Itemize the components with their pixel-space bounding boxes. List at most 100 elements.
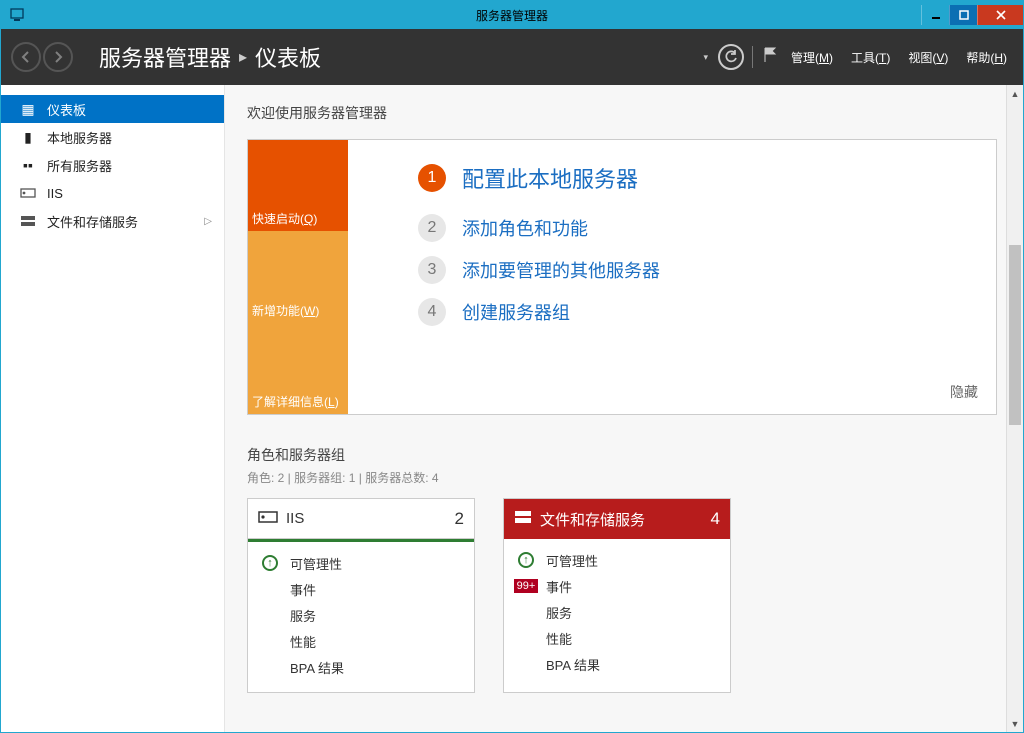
nav-back-button[interactable] — [11, 42, 41, 72]
notifications-flag-icon[interactable] — [761, 46, 779, 69]
sidebar-item-storage[interactable]: 文件和存储服务 ▷ — [1, 207, 224, 235]
separator — [752, 46, 753, 68]
role-card-count: 2 — [455, 509, 464, 529]
sidebar-item-local-server[interactable]: ▮ 本地服务器 — [1, 123, 224, 151]
role-row-services[interactable]: 服务 — [514, 599, 720, 625]
status-up-icon: ↑ — [514, 552, 538, 568]
step-number: 4 — [418, 298, 446, 326]
breadcrumb: 服务器管理器 ▸ 仪表板 — [99, 41, 321, 73]
sidebar-item-all-servers[interactable]: ▪▪ 所有服务器 — [1, 151, 224, 179]
sidebar-item-dashboard[interactable]: ▦ 仪表板 — [1, 95, 224, 123]
role-row-bpa[interactable]: BPA 结果 — [514, 651, 720, 677]
sidebar-item-label: 本地服务器 — [47, 128, 112, 147]
breadcrumb-page: 仪表板 — [255, 41, 321, 73]
step-text: 创建服务器组 — [462, 299, 570, 325]
role-row-services[interactable]: 服务 — [258, 602, 464, 628]
role-row-text: 服务 — [290, 606, 316, 625]
step-text: 添加角色和功能 — [462, 215, 588, 241]
nav-arrows — [11, 42, 73, 72]
welcome-heading: 欢迎使用服务器管理器 — [247, 103, 997, 123]
step-text: 配置此本地服务器 — [462, 162, 638, 194]
step-create-group[interactable]: 4 创建服务器组 — [418, 298, 986, 326]
role-card-storage[interactable]: 文件和存储服务 4 ↑ 可管理性 99+ 事件 — [503, 498, 731, 693]
app-window: 服务器管理器 服务器管理器 ▸ 仪表板 ▾ — [0, 0, 1024, 733]
role-row-text: BPA 结果 — [546, 655, 600, 674]
role-row-events[interactable]: 事件 — [258, 576, 464, 602]
step-add-roles[interactable]: 2 添加角色和功能 — [418, 214, 986, 242]
tile-quick-start[interactable]: 快速启动(Q) — [248, 140, 348, 231]
role-card-header: IIS 2 — [248, 499, 474, 539]
role-row-text: 可管理性 — [546, 551, 598, 570]
dashboard-icon: ▦ — [19, 101, 37, 118]
sidebar-item-label: 所有服务器 — [47, 156, 112, 175]
body: ▦ 仪表板 ▮ 本地服务器 ▪▪ 所有服务器 IIS 文件和 — [1, 85, 1023, 732]
roles-section-subtitle: 角色: 2 | 服务器组: 1 | 服务器总数: 4 — [247, 469, 997, 486]
scroll-up-button[interactable]: ▲ — [1007, 85, 1023, 102]
breadcrumb-separator-icon: ▸ — [239, 47, 247, 67]
sidebar-item-label: 仪表板 — [47, 100, 86, 119]
roles-section-title: 角色和服务器组 — [247, 445, 997, 465]
tile-whats-new[interactable]: 新增功能(W) — [248, 231, 348, 322]
role-row-manageability[interactable]: ↑ 可管理性 — [514, 547, 720, 573]
window-controls — [921, 5, 1023, 25]
maximize-button[interactable] — [949, 5, 977, 25]
role-row-text: 性能 — [546, 629, 572, 648]
role-row-performance[interactable]: 性能 — [514, 625, 720, 651]
menu-help[interactable]: 帮助(H) — [960, 47, 1013, 68]
menu-tools[interactable]: 工具(T) — [845, 47, 896, 68]
hide-link[interactable]: 隐藏 — [950, 382, 978, 402]
sidebar-item-iis[interactable]: IIS — [1, 179, 224, 207]
iis-icon — [19, 187, 37, 199]
sidebar: ▦ 仪表板 ▮ 本地服务器 ▪▪ 所有服务器 IIS 文件和 — [1, 85, 225, 732]
role-card-title: IIS — [286, 510, 304, 527]
step-number: 3 — [418, 256, 446, 284]
minimize-button[interactable] — [921, 5, 949, 25]
role-row-events[interactable]: 99+ 事件 — [514, 573, 720, 599]
step-number: 2 — [418, 214, 446, 242]
window-title: 服务器管理器 — [1, 7, 1023, 24]
tile-label: 了解详细信息(L) — [252, 393, 339, 410]
storage-icon — [19, 215, 37, 227]
role-row-text: 事件 — [290, 580, 316, 599]
role-row-text: 服务 — [546, 603, 572, 622]
chevron-right-icon: ▷ — [204, 216, 212, 227]
refresh-button[interactable] — [718, 44, 744, 70]
vertical-scrollbar[interactable]: ▲ ▼ — [1006, 85, 1023, 732]
role-row-bpa[interactable]: BPA 结果 — [258, 654, 464, 680]
tile-label: 新增功能(W) — [252, 302, 319, 319]
step-text: 添加要管理的其他服务器 — [462, 257, 660, 283]
step-configure-local[interactable]: 1 配置此本地服务器 — [418, 162, 986, 194]
tile-learn-more[interactable]: 了解详细信息(L) — [248, 323, 348, 414]
server-icon: ▮ — [19, 129, 37, 146]
role-row-text: BPA 结果 — [290, 658, 344, 677]
role-cards: IIS 2 ↑ 可管理性 事件 服务 性能 BPA 结果 — [247, 498, 997, 693]
titlebar[interactable]: 服务器管理器 — [1, 1, 1023, 29]
main-content: 欢迎使用服务器管理器 快速启动(Q) 新增功能(W) 了解详细信息(L) 1 配… — [225, 85, 1023, 732]
menu-view[interactable]: 视图(V) — [902, 47, 954, 68]
role-row-manageability[interactable]: ↑ 可管理性 — [258, 550, 464, 576]
role-row-performance[interactable]: 性能 — [258, 628, 464, 654]
step-add-servers[interactable]: 3 添加要管理的其他服务器 — [418, 256, 986, 284]
nav-forward-button[interactable] — [43, 42, 73, 72]
menu-manage[interactable]: 管理(M) — [785, 47, 839, 68]
role-row-text: 可管理性 — [290, 554, 342, 573]
quickstart-tiles: 快速启动(Q) 新增功能(W) 了解详细信息(L) — [248, 140, 348, 414]
breadcrumb-dropdown-icon[interactable]: ▾ — [703, 52, 708, 63]
role-row-text: 性能 — [290, 632, 316, 651]
role-card-title: 文件和存储服务 — [540, 509, 645, 530]
breadcrumb-app: 服务器管理器 — [99, 41, 231, 73]
close-button[interactable] — [977, 5, 1023, 25]
role-card-body: ↑ 可管理性 99+ 事件 服务 性能 BPA 结果 — [504, 539, 730, 689]
tile-label: 快速启动(Q) — [252, 210, 317, 227]
setup-steps: 1 配置此本地服务器 2 添加角色和功能 3 添加要管理的其他服务器 4 — [348, 140, 996, 414]
header-bar: 服务器管理器 ▸ 仪表板 ▾ 管理(M) 工具(T) 视图(V) 帮助(H) — [1, 29, 1023, 85]
role-card-iis[interactable]: IIS 2 ↑ 可管理性 事件 服务 性能 BPA 结果 — [247, 498, 475, 693]
welcome-card: 快速启动(Q) 新增功能(W) 了解详细信息(L) 1 配置此本地服务器 2 添… — [247, 139, 997, 415]
scroll-down-button[interactable]: ▼ — [1007, 715, 1023, 732]
scroll-thumb[interactable] — [1009, 245, 1021, 425]
step-number: 1 — [418, 164, 446, 192]
role-card-header: 文件和存储服务 4 — [504, 499, 730, 539]
sidebar-item-label: 文件和存储服务 — [47, 212, 138, 231]
events-badge: 99+ — [514, 579, 538, 593]
role-row-text: 事件 — [546, 577, 572, 596]
